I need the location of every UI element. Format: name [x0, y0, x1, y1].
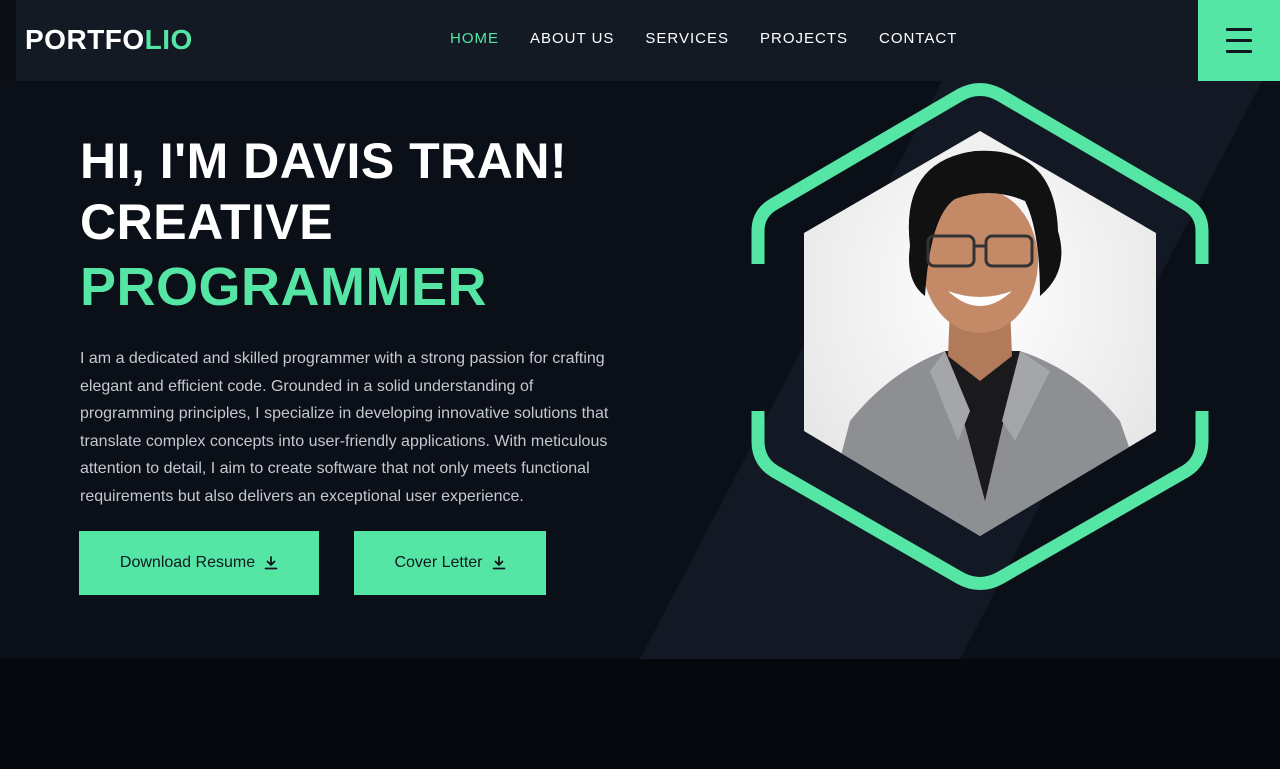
download-resume-label: Download Resume — [119, 554, 256, 571]
hamburger-icon-line — [1226, 50, 1252, 53]
hero-title: HI, I'M DAVIS TRAN! CREATIVE PROGRAMMER — [80, 131, 567, 321]
hero-role: PROGRAMMER — [80, 257, 487, 317]
hamburger-icon — [1226, 28, 1252, 31]
download-icon — [264, 556, 278, 570]
hero-greeting: HI, I'M DAVIS TRAN! — [80, 133, 568, 189]
nav-projects[interactable]: PROJECTS — [760, 30, 848, 48]
hero-description: I am a dedicated and skilled programmer … — [80, 350, 609, 505]
nav-home[interactable]: HOME — [450, 30, 499, 48]
logo-text: PORTFO — [25, 24, 145, 55]
menu-button[interactable] — [1198, 0, 1280, 81]
logo-accent-text: LIO — [144, 24, 193, 55]
top-navbar: PORTFOLIO HOME ABOUT US SERVICES PROJECT… — [0, 0, 1280, 81]
profile-photo-frame — [751, 83, 1209, 590]
download-resume-button[interactable]: Download Resume — [79, 531, 319, 595]
hero-section: HI, I'M DAVIS TRAN! CREATIVE PROGRAMMER … — [0, 81, 1280, 659]
hamburger-icon-line — [1226, 39, 1252, 42]
site-logo[interactable]: PORTFOLIO — [25, 22, 193, 58]
next-section — [0, 659, 1280, 769]
nav-contact[interactable]: CONTACT — [879, 30, 957, 48]
header-edge-strip — [0, 0, 16, 81]
nav-services[interactable]: SERVICES — [645, 30, 729, 48]
download-icon — [492, 556, 505, 570]
hero-role-prefix: CREATIVE — [80, 194, 334, 250]
cover-letter-button[interactable]: Cover Letter — [354, 531, 546, 595]
nav-about-us[interactable]: ABOUT US — [530, 30, 614, 48]
profile-photo — [804, 131, 1156, 536]
main-nav: HOME ABOUT US SERVICES PROJECTS CONTACT — [450, 30, 957, 48]
cover-letter-label: Cover Letter — [394, 554, 483, 571]
